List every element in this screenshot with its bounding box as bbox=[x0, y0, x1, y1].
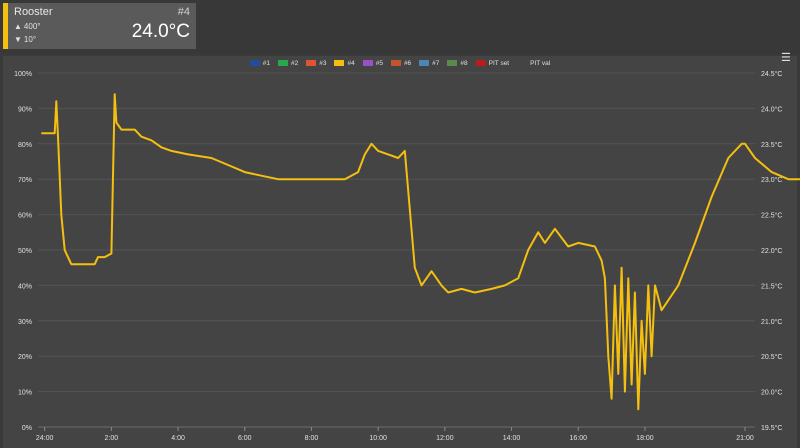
y-right-tick-label: 23.0°C bbox=[761, 176, 782, 184]
y-left-tick-label: 40% bbox=[18, 283, 32, 290]
x-tick-label: 14:00 bbox=[503, 435, 521, 442]
x-tick-label: 12:00 bbox=[436, 435, 454, 442]
x-axis: 24:00 2:00 4:00 6:00 8:00 10:00 12:00 14:00 16:0… bbox=[36, 426, 755, 442]
y-left-tick-label: 90% bbox=[18, 106, 32, 113]
x-tick-label: 10:00 bbox=[369, 435, 387, 442]
y-left-tick-label: 20% bbox=[18, 354, 32, 361]
y-right-tick-label: 21.5°C bbox=[761, 282, 782, 290]
x-tick-label: 21:00 bbox=[736, 435, 754, 442]
y-right-tick-label: 21.0°C bbox=[761, 318, 782, 326]
chart-series bbox=[41, 93, 800, 411]
temperature-chart: 0% 10% 20% 30% 40% 50% 60% 70% 80% 90% 100% 19.5°C… bbox=[14, 70, 800, 442]
y-right-tick-label: 24.5°C bbox=[761, 70, 782, 78]
y-left-tick-label: 80% bbox=[18, 142, 32, 149]
y-left-tick-label: 70% bbox=[18, 177, 32, 184]
y-left-tick-label: 60% bbox=[18, 213, 32, 220]
x-tick-label: 24:00 bbox=[36, 435, 54, 442]
y-left-tick-label: 0% bbox=[22, 425, 32, 432]
x-tick-label: 8:00 bbox=[305, 435, 319, 442]
y-axis-right: 19.5°C 20.0°C 20.5°C 21.0°C 21.5°C 22.0°C 22.5… bbox=[761, 70, 782, 432]
y-left-tick-label: 50% bbox=[18, 248, 32, 255]
x-tick-label: 16:00 bbox=[569, 435, 587, 442]
y-right-tick-label: 23.5°C bbox=[761, 141, 782, 149]
series-line-probe-4 bbox=[41, 93, 800, 411]
y-right-tick-label: 20.0°C bbox=[761, 389, 782, 397]
x-tick-label: 6:00 bbox=[238, 435, 252, 442]
y-left-tick-label: 30% bbox=[18, 319, 32, 326]
y-left-tick-label: 10% bbox=[18, 390, 32, 397]
x-tick-label: 2:00 bbox=[105, 435, 119, 442]
x-tick-label: 4:00 bbox=[171, 435, 185, 442]
y-right-tick-label: 20.5°C bbox=[761, 353, 782, 361]
y-right-tick-label: 19.5°C bbox=[761, 424, 782, 432]
y-axis-left: 0% 10% 20% 30% 40% 50% 60% 70% 80% 90% 100% bbox=[14, 71, 32, 432]
y-right-tick-label: 22.5°C bbox=[761, 212, 782, 220]
y-right-tick-label: 22.0°C bbox=[761, 247, 782, 255]
x-tick-label: 18:00 bbox=[636, 435, 654, 442]
chart-grid bbox=[38, 72, 755, 428]
y-right-tick-label: 24.0°C bbox=[761, 105, 782, 113]
y-left-tick-label: 100% bbox=[14, 71, 32, 78]
